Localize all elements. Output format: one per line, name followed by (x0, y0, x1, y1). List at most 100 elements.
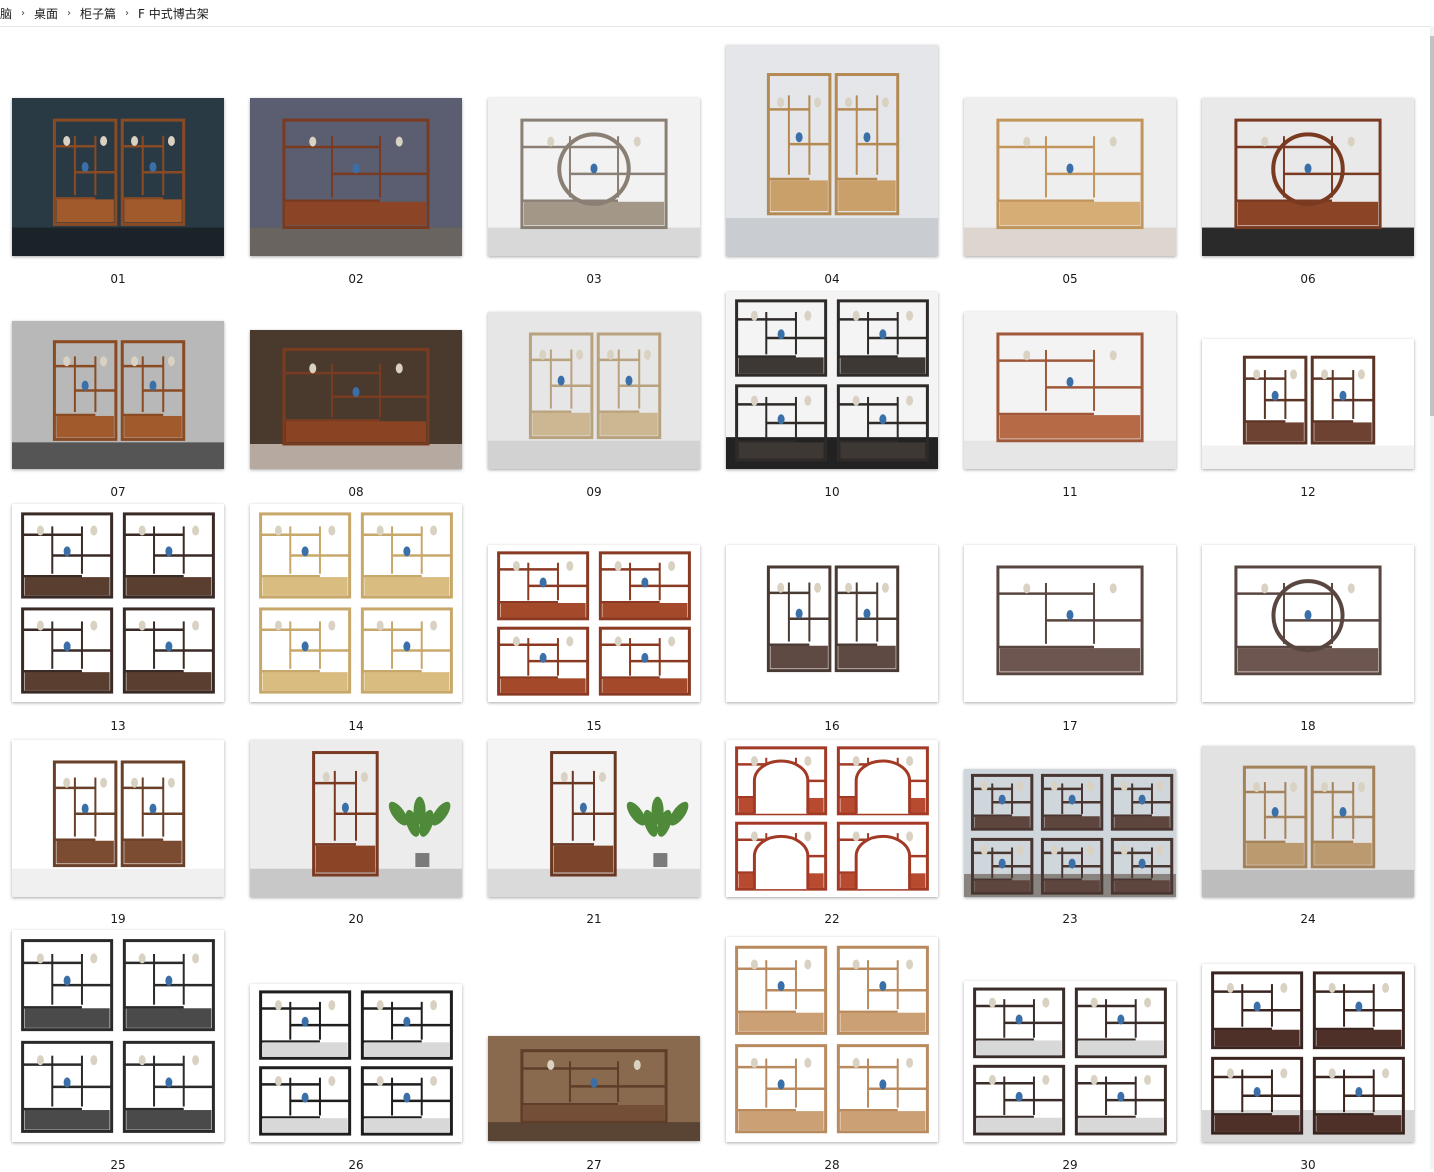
file-name-label: 22 (824, 912, 840, 926)
cabinet-render-image (488, 312, 700, 469)
file-name-label: 07 (110, 485, 126, 499)
cabinet-render-image (964, 545, 1176, 702)
image-thumbnail[interactable] (12, 740, 224, 897)
image-thumbnail[interactable] (488, 98, 700, 256)
cabinet-render-image (250, 98, 462, 256)
file-name-label: 12 (1300, 485, 1316, 499)
cabinet-render-image (12, 740, 224, 897)
file-name-label: 11 (1062, 485, 1078, 499)
file-name-label: 02 (348, 272, 364, 286)
image-thumbnail[interactable] (250, 330, 462, 469)
file-name-label: 14 (348, 719, 364, 733)
file-name-label: 09 (586, 485, 602, 499)
image-thumbnail[interactable] (1202, 339, 1414, 469)
file-name-label: 21 (586, 912, 602, 926)
cabinet-render-image (964, 769, 1176, 897)
file-name-label: 10 (824, 485, 840, 499)
image-thumbnail[interactable] (1202, 746, 1414, 897)
file-name-label: 26 (348, 1158, 364, 1172)
image-thumbnail[interactable] (488, 545, 700, 702)
image-thumbnail[interactable] (12, 321, 224, 469)
image-thumbnail[interactable] (250, 504, 462, 702)
cabinet-render-image (12, 504, 224, 702)
breadcrumb: 脑 › 桌面 › 柜子篇 › F 中式博古架 (0, 0, 1434, 27)
vertical-scrollbar[interactable] (1430, 26, 1434, 1169)
cabinet-render-image (250, 984, 462, 1142)
file-name-label: 15 (586, 719, 602, 733)
image-thumbnail[interactable] (726, 545, 938, 702)
image-thumbnail[interactable] (1202, 98, 1414, 256)
image-thumbnail[interactable] (1202, 545, 1414, 702)
image-thumbnail[interactable] (726, 45, 938, 256)
image-thumbnail[interactable] (964, 769, 1176, 897)
chevron-right-icon[interactable]: › (120, 8, 134, 19)
file-name-label: 13 (110, 719, 126, 733)
cabinet-render-image (12, 321, 224, 469)
cabinet-render-image (250, 504, 462, 702)
cabinet-render-image (488, 545, 700, 702)
chevron-right-icon[interactable]: › (16, 8, 30, 19)
chevron-right-icon[interactable]: › (62, 8, 76, 19)
image-thumbnail[interactable] (12, 98, 224, 256)
breadcrumb-item-cabinets[interactable]: 柜子篇 (76, 5, 120, 22)
scrollbar-thumb[interactable] (1430, 36, 1434, 416)
file-name-label: 19 (110, 912, 126, 926)
file-name-label: 28 (824, 1158, 840, 1172)
image-thumbnail[interactable] (726, 292, 938, 469)
image-thumbnail[interactable] (250, 98, 462, 256)
cabinet-render-image (488, 98, 700, 256)
file-name-label: 04 (824, 272, 840, 286)
cabinet-render-image (964, 98, 1176, 256)
cabinet-render-image (1202, 98, 1414, 256)
file-name-label: 16 (824, 719, 840, 733)
image-thumbnail[interactable] (1202, 964, 1414, 1142)
cabinet-render-image (726, 740, 938, 897)
file-name-label: 05 (1062, 272, 1078, 286)
cabinet-render-image (1202, 545, 1414, 702)
file-name-label: 08 (348, 485, 364, 499)
image-thumbnail[interactable] (726, 740, 938, 897)
file-name-label: 06 (1300, 272, 1316, 286)
cabinet-render-image (488, 1036, 700, 1141)
cabinet-render-image (1202, 339, 1414, 469)
breadcrumb-item-current-folder[interactable]: F 中式博古架 (134, 5, 213, 22)
image-thumbnail[interactable] (488, 312, 700, 469)
image-thumbnail[interactable] (726, 937, 938, 1142)
breadcrumb-item-desktop[interactable]: 桌面 (30, 5, 62, 22)
image-thumbnail[interactable] (12, 504, 224, 702)
cabinet-render-image (726, 45, 938, 256)
image-thumbnail[interactable] (964, 545, 1176, 702)
cabinet-render-image (1202, 964, 1414, 1142)
cabinet-render-image (726, 545, 938, 702)
cabinet-render-image (1202, 746, 1414, 897)
file-name-label: 17 (1062, 719, 1078, 733)
cabinet-render-image (964, 312, 1176, 469)
cabinet-render-image (250, 740, 462, 897)
cabinet-render-image (964, 981, 1176, 1142)
image-thumbnail[interactable] (964, 98, 1176, 256)
image-thumbnail[interactable] (12, 930, 224, 1142)
file-name-label: 24 (1300, 912, 1316, 926)
file-name-label: 30 (1300, 1158, 1316, 1172)
cabinet-render-image (12, 98, 224, 256)
file-name-label: 23 (1062, 912, 1078, 926)
cabinet-render-image (726, 937, 938, 1142)
file-name-label: 01 (110, 272, 126, 286)
cabinet-render-image (488, 740, 700, 897)
file-name-label: 29 (1062, 1158, 1078, 1172)
image-thumbnail[interactable] (250, 740, 462, 897)
file-name-label: 20 (348, 912, 364, 926)
image-thumbnail[interactable] (488, 1036, 700, 1141)
file-grid: 01 02 03 04 05 06 07 08 09 10 11 12 13 14 15 16 17 18 19 20… (0, 26, 1434, 1172)
file-name-label: 18 (1300, 719, 1316, 733)
image-thumbnail[interactable] (488, 740, 700, 897)
file-name-label: 03 (586, 272, 602, 286)
cabinet-render-image (726, 292, 938, 469)
file-name-label: 25 (110, 1158, 126, 1172)
breadcrumb-item-pc[interactable]: 脑 (0, 5, 16, 22)
image-thumbnail[interactable] (964, 981, 1176, 1142)
file-name-label: 27 (586, 1158, 602, 1172)
cabinet-render-image (12, 930, 224, 1142)
image-thumbnail[interactable] (250, 984, 462, 1142)
image-thumbnail[interactable] (964, 312, 1176, 469)
